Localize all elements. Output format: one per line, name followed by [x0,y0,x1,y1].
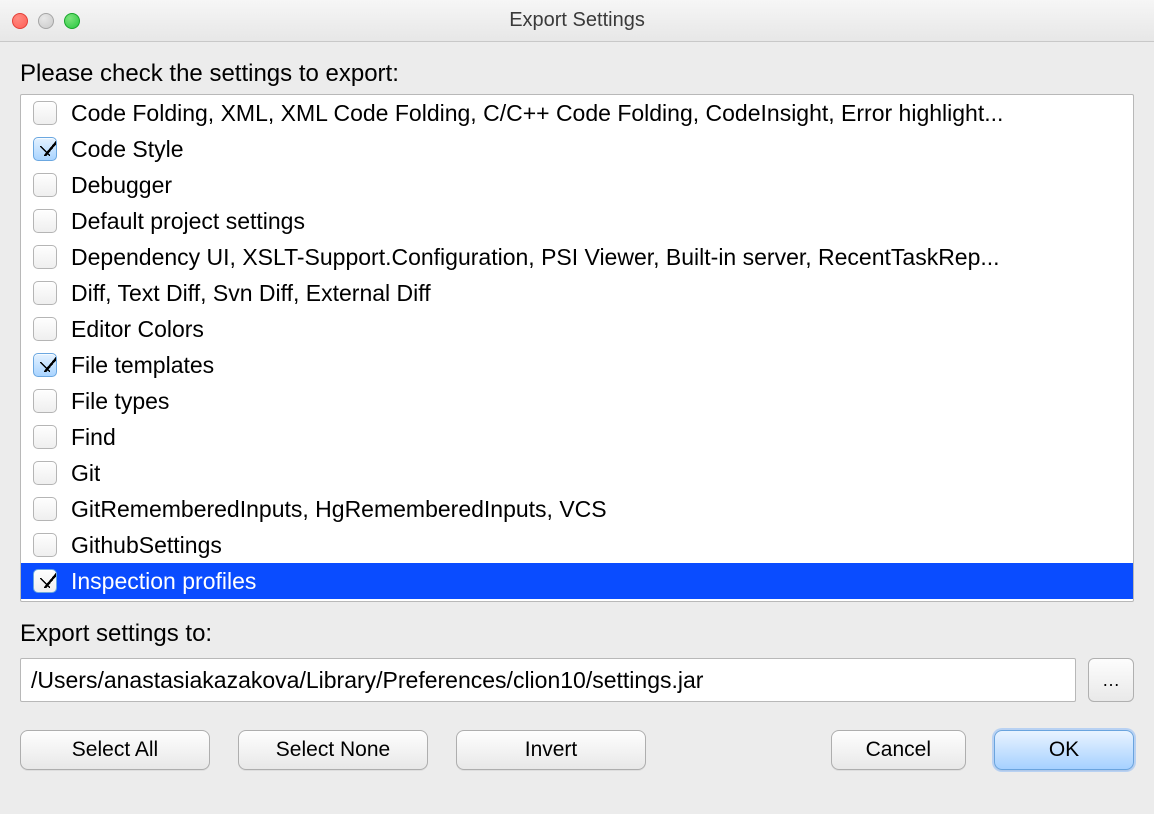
checkbox[interactable] [33,569,57,593]
checkbox[interactable] [33,317,57,341]
browse-button[interactable]: … [1088,658,1134,702]
checkbox[interactable] [33,425,57,449]
export-path-row: … [20,658,1134,702]
settings-list[interactable]: Code Folding, XML, XML Code Folding, C/C… [20,94,1134,602]
list-item[interactable]: Find [21,419,1133,455]
list-item[interactable]: Editor Colors [21,311,1133,347]
checkbox[interactable] [33,209,57,233]
list-item-label: Default project settings [71,208,305,235]
export-to-label: Export settings to: [20,620,1134,648]
list-item-label: Find [71,424,116,451]
list-item[interactable]: Git [21,455,1133,491]
list-item[interactable]: Inspection profiles [21,563,1133,599]
list-item-label: Code Style [71,136,184,163]
list-item-label: Code Folding, XML, XML Code Folding, C/C… [71,100,1003,127]
checkbox[interactable] [33,461,57,485]
list-item[interactable]: GitRememberedInputs, HgRememberedInputs,… [21,491,1133,527]
list-item[interactable]: Default project settings [21,203,1133,239]
ellipsis-icon: … [1102,670,1120,691]
invert-button[interactable]: Invert [456,730,646,770]
list-item[interactable]: File templates [21,347,1133,383]
dialog-content: Please check the settings to export: Cod… [0,42,1154,814]
checkbox[interactable] [33,389,57,413]
list-item[interactable]: File types [21,383,1133,419]
list-item[interactable]: GithubSettings [21,527,1133,563]
checkbox[interactable] [33,101,57,125]
list-item-label: Editor Colors [71,316,204,343]
checkbox[interactable] [33,173,57,197]
checkbox[interactable] [33,245,57,269]
list-item-label: GithubSettings [71,532,222,559]
prompt-label: Please check the settings to export: [20,60,1134,88]
list-item-label: Debugger [71,172,172,199]
list-item-label: Git [71,460,100,487]
checkbox[interactable] [33,137,57,161]
list-item-label: Diff, Text Diff, Svn Diff, External Diff [71,280,431,307]
checkbox[interactable] [33,281,57,305]
window-title: Export Settings [0,9,1154,32]
list-item-label: File types [71,388,169,415]
export-path-input[interactable] [20,658,1076,702]
select-all-button[interactable]: Select All [20,730,210,770]
list-item-label: Dependency UI, XSLT-Support.Configuratio… [71,244,1000,271]
traffic-lights [12,13,80,29]
select-none-button[interactable]: Select None [238,730,428,770]
checkbox[interactable] [33,533,57,557]
close-window-icon[interactable] [12,13,28,29]
list-item[interactable]: Debugger [21,167,1133,203]
titlebar: Export Settings [0,0,1154,42]
list-item[interactable]: Code Style [21,131,1133,167]
minimize-window-icon [38,13,54,29]
list-item[interactable]: Diff, Text Diff, Svn Diff, External Diff [21,275,1133,311]
list-item-label: File templates [71,352,214,379]
cancel-button[interactable]: Cancel [831,730,966,770]
checkbox[interactable] [33,497,57,521]
list-item[interactable]: Code Folding, XML, XML Code Folding, C/C… [21,95,1133,131]
checkbox[interactable] [33,353,57,377]
list-item-label: GitRememberedInputs, HgRememberedInputs,… [71,496,607,523]
zoom-window-icon[interactable] [64,13,80,29]
list-item[interactable]: Dependency UI, XSLT-Support.Configuratio… [21,239,1133,275]
button-bar: Select All Select None Invert Cancel OK [20,730,1134,770]
list-item-label: Inspection profiles [71,568,256,595]
ok-button[interactable]: OK [994,730,1134,770]
